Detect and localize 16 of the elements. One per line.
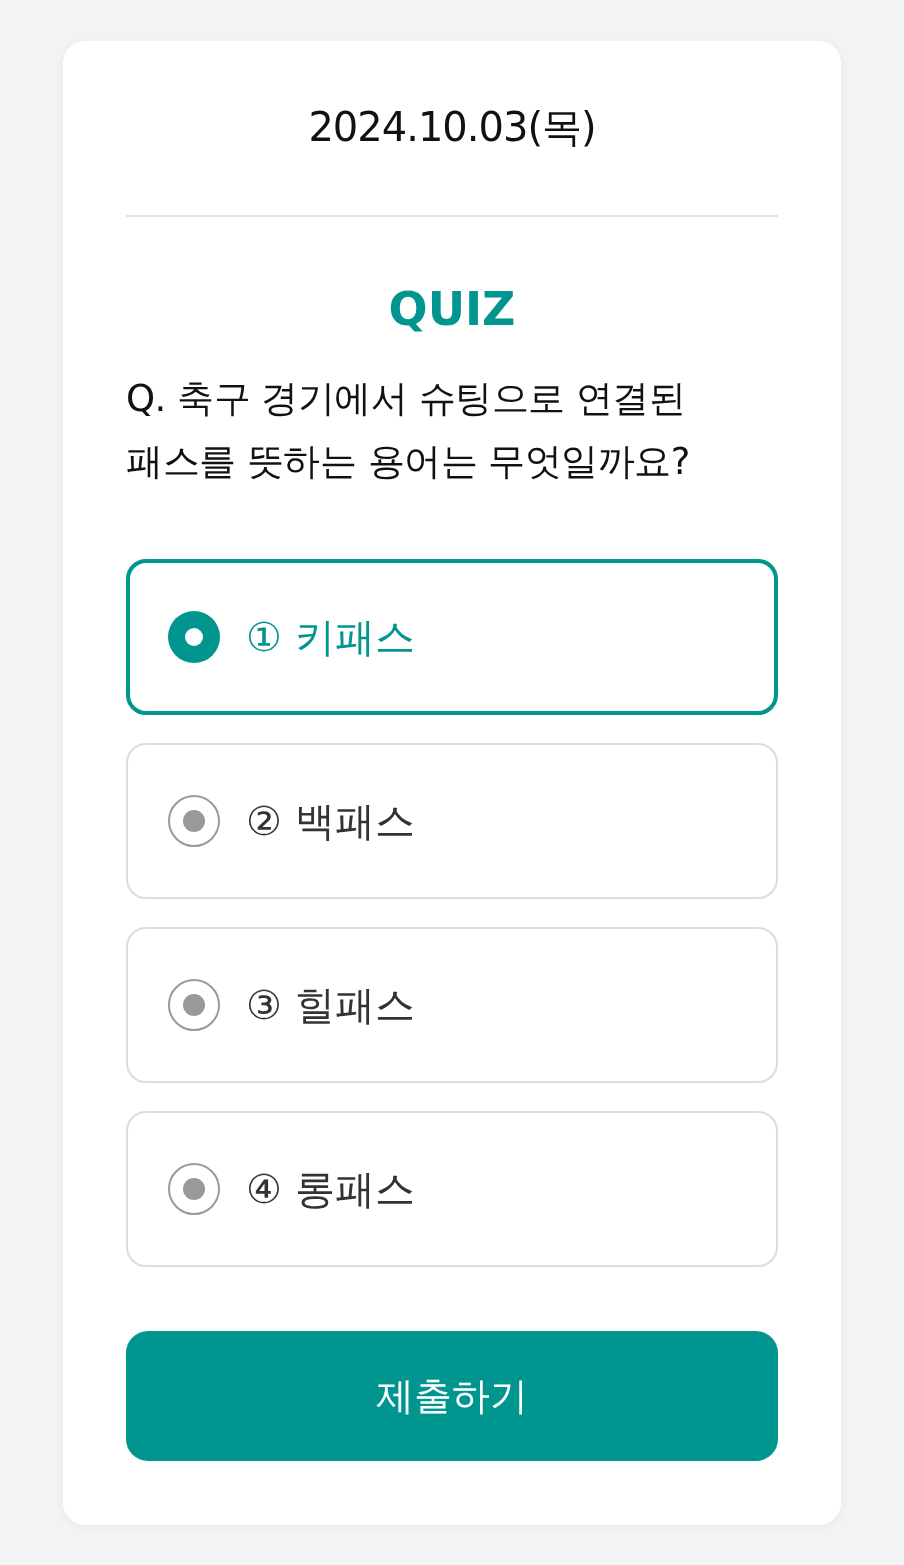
submit-button[interactable]: 제출하기 bbox=[126, 1331, 778, 1461]
option-label: ① 키패스 bbox=[246, 613, 415, 662]
option-label: ② 백패스 bbox=[246, 797, 415, 846]
option-card[interactable]: ② 백패스 bbox=[126, 743, 778, 899]
question-text: Q. 축구 경기에서 슈팅으로 연결된 패스를 뜻하는 용어는 무엇일까요? bbox=[126, 376, 691, 485]
option-card[interactable]: ① 키패스 bbox=[126, 559, 778, 715]
radio-button[interactable] bbox=[168, 611, 220, 663]
option-card[interactable]: ④ 롱패스 bbox=[126, 1111, 778, 1267]
radio-button[interactable] bbox=[168, 1163, 220, 1215]
radio-button[interactable] bbox=[168, 795, 220, 847]
option-label: ④ 롱패스 bbox=[246, 1165, 415, 1214]
quiz-title: QUIZ bbox=[388, 281, 516, 337]
radio-button[interactable] bbox=[168, 979, 220, 1031]
option-label: ③ 힐패스 bbox=[246, 981, 415, 1030]
date-text: 2024.10.03(목) bbox=[308, 103, 596, 151]
option-card[interactable]: ③ 힐패스 bbox=[126, 927, 778, 1083]
